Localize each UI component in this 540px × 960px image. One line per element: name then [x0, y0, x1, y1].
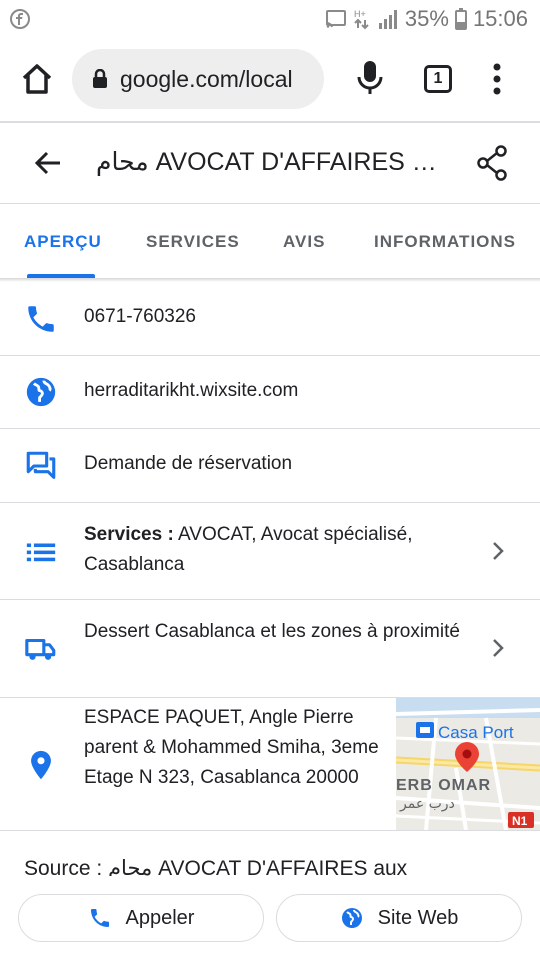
url-text: google.com/local [120, 65, 293, 92]
data-transfer-icon: H+ [354, 9, 369, 30]
map-thumbnail[interactable]: Casa Port ERB OMAR درب عمر N1 [396, 698, 540, 830]
list-icon [26, 543, 56, 562]
truck-icon [25, 638, 56, 660]
address-text: ESPACE PAQUET, Angle Pierre parent & Moh… [84, 707, 379, 788]
call-label: Appeler [125, 906, 195, 929]
website-row[interactable]: herraditarikht.wixsite.com [0, 356, 540, 429]
chevron-right-icon [493, 639, 504, 657]
website-link: herraditarikht.wixsite.com [84, 380, 299, 401]
website-button[interactable]: Site Web [276, 894, 522, 942]
forum-icon [26, 451, 56, 479]
globe-icon [26, 377, 56, 407]
overflow-menu-button[interactable] [490, 60, 504, 98]
address-row[interactable]: ESPACE PAQUET, Angle Pierre parent & Moh… [0, 698, 540, 831]
lock-icon [93, 69, 107, 88]
map-label-district: ERB OMAR [396, 777, 491, 794]
tab-informations[interactable]: INFORMATIONS [374, 232, 516, 252]
back-button[interactable] [32, 147, 64, 179]
more-vert-icon [493, 63, 501, 95]
microphone-icon [357, 61, 383, 94]
map-label-district-ar: درب عمر [399, 796, 455, 812]
voice-search-button[interactable] [355, 58, 385, 98]
home-button[interactable] [18, 60, 56, 98]
clock: 15:06 [472, 6, 528, 31]
tab-switcher-button[interactable]: 1 [424, 65, 452, 93]
delivery-text: Dessert Casablanca et les zones à proxim… [84, 621, 460, 642]
browser-toolbar: google.com/local 1 [0, 38, 540, 120]
services-text: Services : AVOCAT, Avocat spécialisé, Ca… [84, 520, 464, 580]
delivery-row[interactable]: Dessert Casablanca et les zones à proxim… [0, 600, 540, 698]
page-title: محام AVOCAT D'AFFAIRES aux [96, 148, 446, 176]
globe-icon [341, 908, 362, 928]
services-row[interactable]: Services : AVOCAT, Avocat spécialisé, Ca… [0, 503, 540, 600]
svg-text:H+: H+ [354, 9, 366, 19]
phone-icon [28, 306, 54, 332]
booking-label: Demande de réservation [84, 453, 293, 474]
tab-apercu[interactable]: APERÇU [24, 232, 102, 252]
signal-icon [378, 10, 397, 29]
arrow-back-icon [34, 151, 60, 175]
battery-icon [454, 8, 467, 30]
phone-icon [90, 909, 109, 927]
action-bar: Appeler Site Web [0, 876, 540, 960]
booking-row[interactable]: Demande de réservation [0, 429, 540, 503]
phone-row[interactable]: 0671-760326 [0, 282, 540, 356]
share-icon [477, 145, 507, 181]
cast-icon [325, 10, 346, 28]
website-label: Site Web [377, 906, 459, 929]
address-bar[interactable]: google.com/local [72, 49, 324, 109]
home-icon [22, 64, 52, 94]
status-bar: H+ 35% 15:06 [0, 0, 540, 38]
battery-percent: 35% [404, 6, 449, 31]
location-pin-icon [31, 750, 51, 780]
tab-avis[interactable]: AVIS [283, 232, 325, 252]
phone-number: 0671-760326 [84, 306, 196, 327]
chevron-right-icon [493, 542, 504, 560]
services-label: Services : [84, 524, 174, 545]
map-label-casa-port: Casa Port [438, 723, 514, 742]
facebook-notification-icon [10, 9, 30, 34]
tab-services[interactable]: SERVICES [146, 232, 240, 252]
share-button[interactable] [476, 145, 508, 181]
place-header: محام AVOCAT D'AFFAIRES aux [0, 123, 540, 203]
tab-bar: APERÇU SERVICES AVIS INFORMATIONS [0, 204, 540, 278]
call-button[interactable]: Appeler [18, 894, 264, 942]
road-badge: N1 [512, 814, 528, 828]
